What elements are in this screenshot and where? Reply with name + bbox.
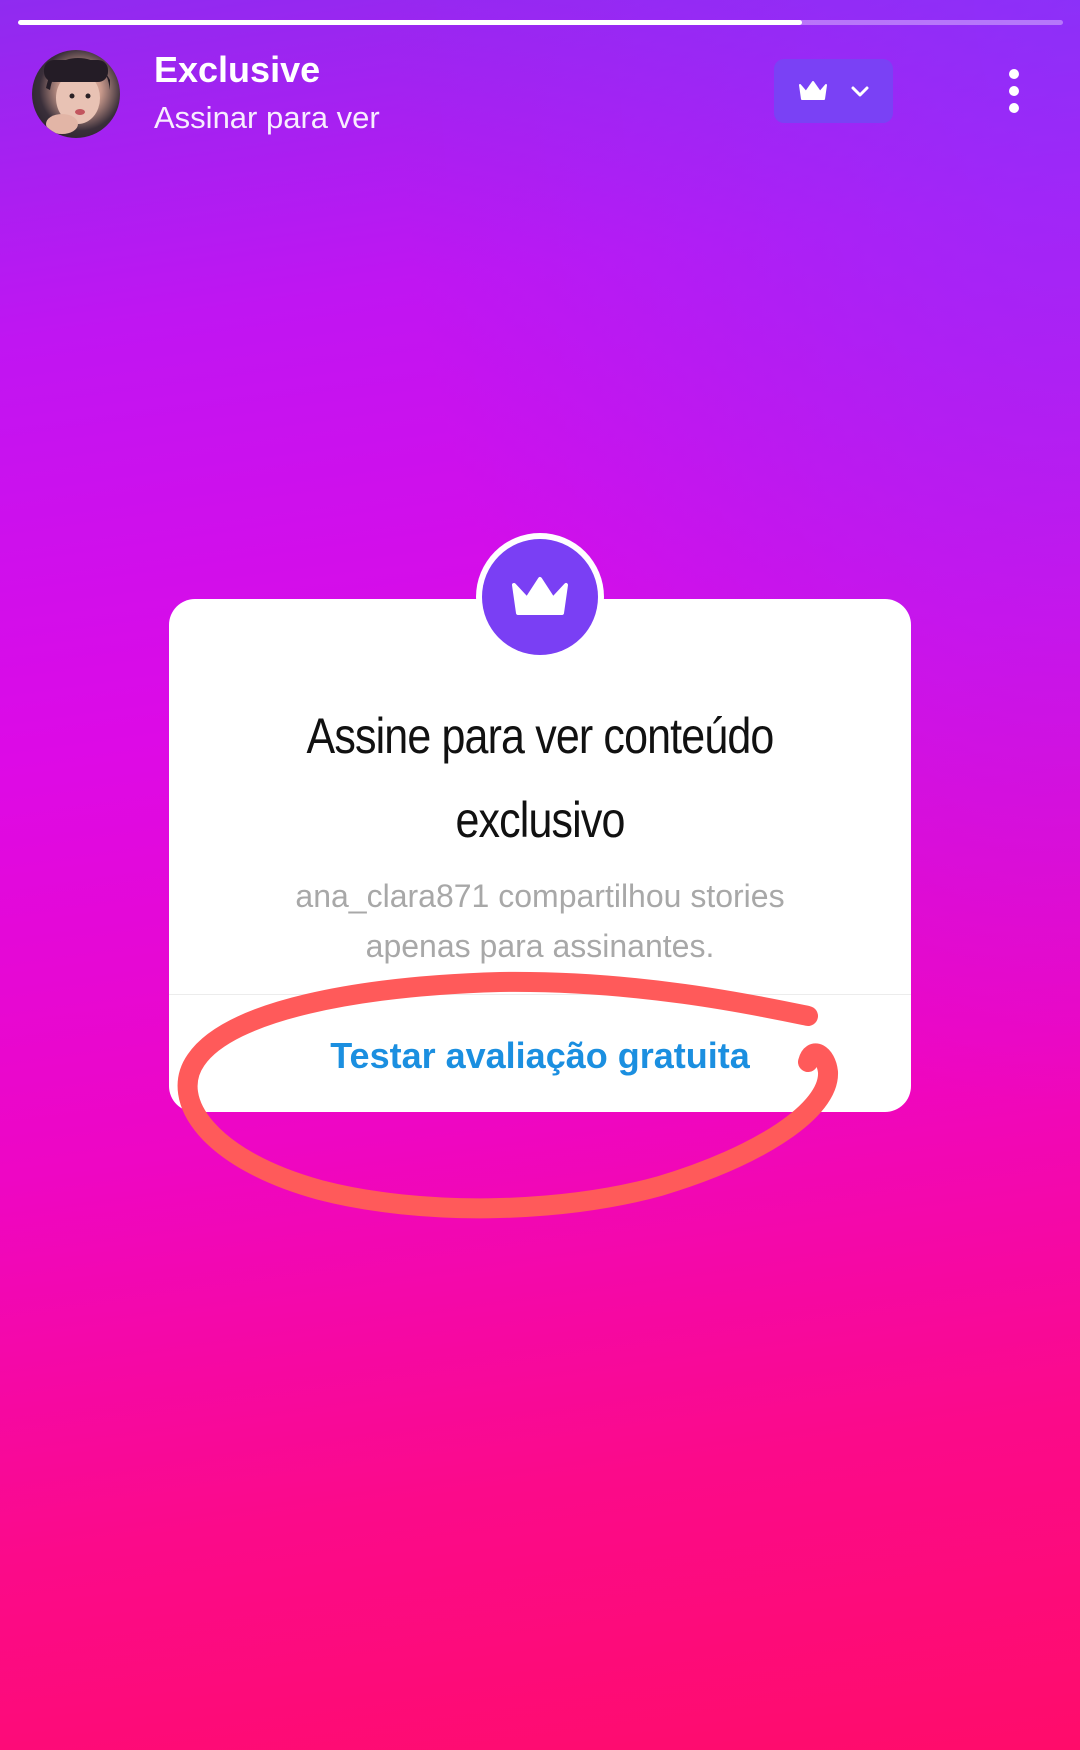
subscription-button[interactable] bbox=[774, 59, 893, 123]
crown-badge-circle bbox=[482, 539, 598, 655]
subscribe-card: Assine para ver conteúdo exclusivo ana_c… bbox=[169, 599, 911, 1112]
crown-icon bbox=[798, 81, 827, 100]
card-description-line-1: ana_clara871 compartilhou stories bbox=[295, 878, 785, 914]
story-progress-bar bbox=[18, 20, 1063, 25]
story-header-text: Exclusive Assinar para ver bbox=[154, 48, 380, 138]
card-description: ana_clara871 compartilhou stories apenas… bbox=[169, 871, 911, 971]
card-description-line-2: apenas para assinantes. bbox=[365, 928, 715, 964]
card-title-line-2: exclusivo bbox=[455, 792, 625, 848]
story-subtitle: Assinar para ver bbox=[154, 100, 380, 135]
card-title-line-1: Assine para ver conteúdo bbox=[306, 708, 774, 764]
card-divider bbox=[169, 994, 911, 995]
profile-photo bbox=[44, 58, 110, 134]
more-vertical-icon bbox=[1009, 69, 1019, 113]
avatar[interactable] bbox=[32, 50, 120, 138]
more-options-button[interactable] bbox=[996, 66, 1032, 116]
story-title: Exclusive bbox=[154, 49, 321, 90]
story-progress-fill bbox=[18, 20, 802, 25]
crown-badge bbox=[476, 533, 604, 661]
free-trial-button[interactable]: Testar avaliação gratuita bbox=[169, 1026, 911, 1086]
chevron-down-icon bbox=[851, 86, 868, 97]
card-title: Assine para ver conteúdo exclusivo bbox=[221, 694, 859, 862]
crown-icon bbox=[512, 577, 568, 615]
